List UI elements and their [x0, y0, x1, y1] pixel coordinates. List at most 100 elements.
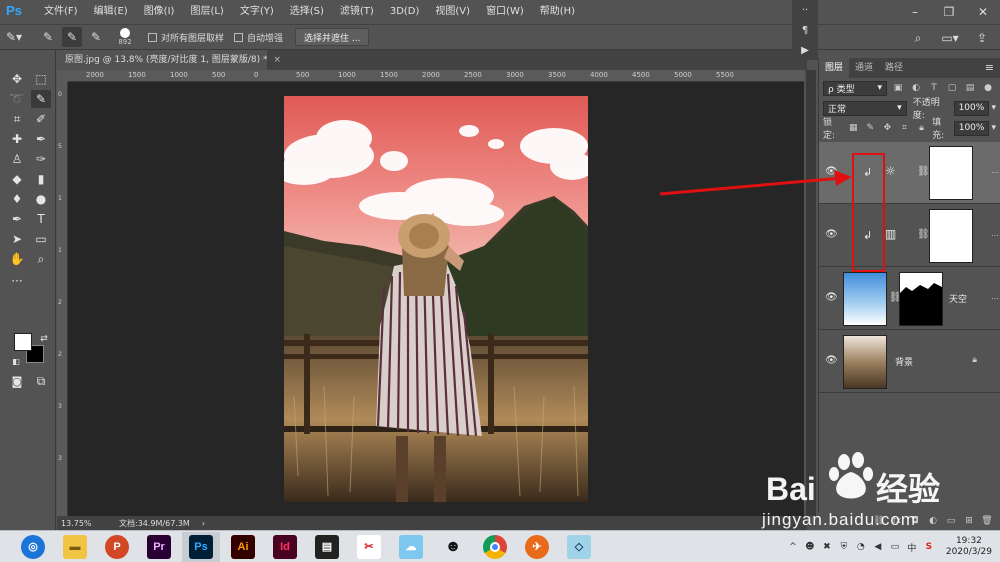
brush-tool-icon[interactable]: ✒	[31, 130, 51, 148]
taskbar-premiere-icon[interactable]: Pr	[140, 532, 178, 562]
mask-link-icon[interactable]: ⛓︎	[917, 229, 930, 240]
foreground-color-swatch[interactable]	[14, 333, 32, 351]
restore-button[interactable]: ❐	[932, 0, 966, 24]
quick-selection-tool-icon[interactable]: ✎	[31, 90, 51, 108]
taskbar-indesign-icon[interactable]: Id	[266, 532, 304, 562]
tray-sogou-icon[interactable]: S	[922, 542, 936, 552]
taskbar-wechat-icon[interactable]: ☁	[392, 532, 430, 562]
hand-tool-icon[interactable]: ✋	[7, 250, 27, 268]
minimize-button[interactable]: –	[898, 0, 932, 24]
lock-icon[interactable]: 🔒︎	[972, 355, 977, 365]
tab-close-icon[interactable]: ×	[273, 55, 281, 65]
more-tools-icon[interactable]: ···	[7, 272, 27, 290]
menu-filter[interactable]: 滤镜(T)	[332, 0, 382, 24]
mask-link-icon[interactable]: ⛓︎	[917, 166, 930, 177]
lock-artboard-icon[interactable]: ⌗	[898, 121, 911, 135]
quick-selection-preset-icon[interactable]: ✎▾	[4, 27, 24, 47]
document-info[interactable]: 文档:34.9M/67.3M	[119, 518, 190, 529]
tray-wifi-icon[interactable]: ◔	[854, 542, 868, 552]
chevron-down-icon[interactable]: ▾	[991, 123, 996, 133]
filter-toggle-icon[interactable]: ●	[981, 81, 995, 95]
menu-window[interactable]: 窗口(W)	[478, 0, 532, 24]
zoom-tool-icon[interactable]: ⌕	[31, 250, 51, 268]
path-selection-icon[interactable]: ➤	[7, 230, 27, 248]
tab-paths[interactable]: 路径	[879, 58, 909, 78]
eyedropper-tool-icon[interactable]: ✐	[31, 110, 51, 128]
menu-select[interactable]: 选择(S)	[282, 0, 332, 24]
shape-filter-icon[interactable]: ▢	[945, 81, 959, 95]
status-menu-arrow-icon[interactable]: ›	[202, 519, 205, 528]
lasso-tool-icon[interactable]: ➰	[7, 90, 27, 108]
new-selection-icon[interactable]: ✎	[38, 27, 58, 47]
taskbar-notes-icon[interactable]: ◇	[560, 532, 598, 562]
tray-volume-icon[interactable]: ◀	[871, 542, 885, 552]
tray-chevron-icon[interactable]: ^	[786, 542, 800, 552]
menu-image[interactable]: 图像(I)	[136, 0, 183, 24]
taskbar-chrome-icon[interactable]	[476, 532, 514, 562]
brush-size-picker[interactable]: 892	[112, 28, 138, 46]
canvas-vertical-scrollbar[interactable]	[806, 70, 816, 516]
tab-channels[interactable]: 通道	[849, 58, 879, 78]
pixel-filter-icon[interactable]: ▣	[891, 81, 905, 95]
lock-pixels-icon[interactable]: ✎	[864, 121, 877, 135]
visibility-eye-icon[interactable]: 👁︎	[825, 166, 839, 177]
tray-qq-icon[interactable]: ☻	[803, 542, 817, 552]
lock-transparent-icon[interactable]: ▦	[847, 121, 860, 135]
layer-levels[interactable]: 👁︎ ↲ ▥ ⛓︎ …	[819, 205, 1000, 267]
layer-mask-thumbnail[interactable]	[929, 209, 973, 263]
collapse-handle-icon[interactable]: ··	[792, 0, 818, 20]
healing-tool-icon[interactable]: ✚	[7, 130, 27, 148]
new-adjustment-icon[interactable]: ◐	[926, 516, 940, 526]
delete-layer-icon[interactable]: 🗑︎	[980, 516, 994, 526]
taskbar-browser-icon[interactable]: ✈	[518, 532, 556, 562]
new-layer-icon[interactable]: ⊞	[962, 516, 976, 526]
sample-all-layers-checkbox[interactable]: 对所有图层取样	[148, 31, 224, 44]
close-button[interactable]: ✕	[966, 0, 1000, 24]
layer-sky[interactable]: 👁︎ ⛓︎ 天空 …	[819, 268, 1000, 330]
tray-network-icon[interactable]: ▭	[888, 542, 902, 552]
sky-mask-thumbnail[interactable]	[899, 272, 943, 326]
layer-background[interactable]: 👁︎ 背景 🔒︎	[819, 331, 1000, 393]
auto-enhance-checkbox[interactable]: 自动增强	[234, 31, 283, 44]
tray-shield-icon[interactable]: ⛨	[837, 542, 851, 552]
rectangle-tool-icon[interactable]: ▭	[31, 230, 51, 248]
gradient-tool-icon[interactable]: ▮	[31, 170, 51, 188]
opacity-input[interactable]: 100%	[953, 100, 990, 116]
blur-tool-icon[interactable]: ♦	[7, 190, 27, 208]
blend-mode-select[interactable]: 正常 ▾	[823, 100, 907, 116]
lock-all-icon[interactable]: 🔒︎	[915, 121, 928, 135]
add-to-selection-icon[interactable]: ✎	[62, 27, 82, 47]
marquee-tool-icon[interactable]: ⬚	[31, 70, 51, 88]
menu-edit[interactable]: 编辑(E)	[86, 0, 136, 24]
zoom-level[interactable]: 13.75%	[57, 519, 107, 528]
document-tab[interactable]: 原图.jpg @ 13.8% (亮度/对比度 1, 图层蒙版/8) * ×	[57, 50, 281, 70]
history-brush-icon[interactable]: ✑	[31, 150, 51, 168]
add-mask-icon[interactable]: ◘	[908, 516, 922, 526]
default-colors-icon[interactable]: ◧	[6, 352, 26, 370]
search-icon[interactable]: ⌕	[908, 28, 928, 48]
layer-kind-filter[interactable]: ρ 类型 ▾	[823, 80, 887, 96]
visibility-eye-icon[interactable]: 👁︎	[825, 229, 839, 240]
pen-tool-icon[interactable]: ✒	[7, 210, 27, 228]
adjustment-filter-icon[interactable]: ◐	[909, 81, 923, 95]
select-and-mask-button[interactable]: 选择并遮住 ...	[295, 28, 370, 46]
menu-view[interactable]: 视图(V)	[427, 0, 478, 24]
quick-mask-icon[interactable]: ◙	[7, 372, 27, 390]
taskbar-illustrator-icon[interactable]: Ai	[224, 532, 262, 562]
move-tool-icon[interactable]: ✥	[7, 70, 27, 88]
taskbar-app-icon[interactable]: ✂	[350, 532, 388, 562]
taskbar-video-icon[interactable]: ▤	[308, 532, 346, 562]
document-image[interactable]	[284, 96, 588, 502]
dodge-tool-icon[interactable]: ●	[31, 190, 51, 208]
type-tool-icon[interactable]: T	[31, 210, 51, 228]
layer-style-icon[interactable]: fx	[890, 516, 904, 526]
crop-tool-icon[interactable]: ⌗	[7, 110, 27, 128]
layer-brightness-contrast[interactable]: 👁︎ ↲ ☼ ⛓︎ …	[819, 142, 1000, 204]
screen-mode-icon[interactable]: ⧉	[31, 372, 51, 390]
character-panel-icon[interactable]: ¶	[792, 20, 818, 40]
share-icon[interactable]: ⇪	[972, 28, 992, 48]
taskbar-qq-icon[interactable]: ☻	[434, 532, 472, 562]
background-layer-thumbnail[interactable]	[843, 335, 887, 389]
panel-menu-icon[interactable]: ≡	[985, 61, 994, 74]
taskbar-explorer-icon[interactable]: ▬	[56, 532, 94, 562]
